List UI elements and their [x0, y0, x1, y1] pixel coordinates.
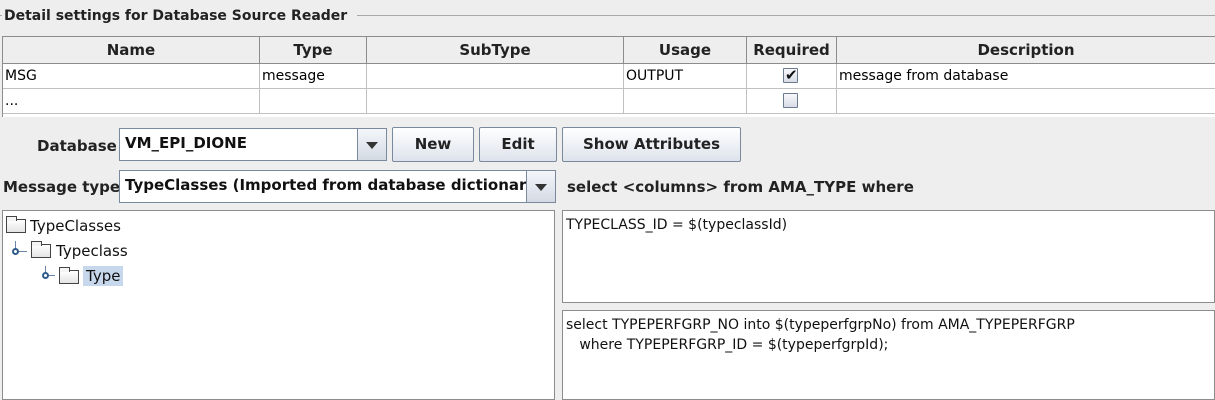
required-checkbox[interactable] — [783, 93, 798, 108]
column-header-required[interactable]: Required — [747, 37, 837, 64]
message-type-select-value: TypeClasses (Imported from database dict… — [125, 176, 544, 194]
expand-toggle-icon[interactable] — [42, 272, 49, 279]
table-cell-required[interactable]: ✔ — [747, 64, 837, 89]
database-select-value: VM_EPI_DIONE — [125, 134, 247, 152]
column-header-description[interactable]: Description — [837, 37, 1215, 64]
show-attributes-button[interactable]: Show Attributes — [562, 127, 741, 162]
database-select[interactable]: VM_EPI_DIONE — [119, 128, 387, 161]
group-title: Detail settings for Database Source Read… — [4, 8, 348, 24]
table-cell-description[interactable] — [837, 89, 1215, 114]
table-cell-usage[interactable] — [624, 89, 747, 114]
column-header-subtype[interactable]: SubType — [367, 37, 624, 64]
chevron-down-icon[interactable] — [357, 129, 386, 160]
sql-hint-label: select <columns> from AMA_TYPE where — [567, 178, 914, 196]
column-header-type[interactable]: Type — [260, 37, 367, 64]
tree-node-typeclasses[interactable]: TypeClasses — [30, 216, 121, 236]
where-clause-textarea[interactable]: TYPECLASS_ID = $(typeclassId) — [562, 210, 1215, 303]
database-label: Database — [37, 137, 117, 155]
sql-statement-textarea[interactable]: select TYPEPERFGRP_NO into $(typeperfgrp… — [562, 310, 1215, 400]
folder-icon — [59, 267, 79, 284]
new-button[interactable]: New — [392, 127, 474, 162]
folder-icon — [31, 241, 51, 258]
table-cell-type[interactable]: message — [260, 64, 367, 89]
expand-toggle-icon[interactable] — [12, 248, 19, 255]
edit-button[interactable]: Edit — [479, 127, 557, 162]
table-cell-name[interactable]: MSG — [3, 64, 260, 89]
group-border — [357, 15, 1215, 16]
table-cell-subtype[interactable] — [367, 89, 624, 114]
tree-node-type[interactable]: Type — [83, 266, 124, 286]
chevron-down-icon[interactable] — [526, 171, 555, 202]
table-cell-name[interactable]: ... — [3, 89, 260, 114]
table-cell-required[interactable] — [747, 89, 837, 114]
message-type-label: Message type — [3, 178, 121, 196]
table-cell-subtype[interactable] — [367, 64, 624, 89]
check-icon: ✔ — [785, 66, 798, 84]
table-cell-type[interactable] — [260, 89, 367, 114]
tree-node-typeclass[interactable]: Typeclass — [56, 241, 128, 261]
required-checkbox[interactable]: ✔ — [783, 66, 798, 84]
table-cell-description[interactable]: message from database — [837, 64, 1215, 89]
parameter-table[interactable]: Name Type SubType Usage Required Descrip… — [2, 36, 1215, 117]
folder-icon — [6, 216, 26, 233]
table-cell-usage[interactable]: OUTPUT — [624, 64, 747, 89]
column-header-name[interactable]: Name — [3, 37, 260, 64]
column-header-usage[interactable]: Usage — [624, 37, 747, 64]
message-type-select[interactable]: TypeClasses (Imported from database dict… — [119, 170, 556, 203]
message-tree[interactable]: TypeClasses Typeclass Type — [2, 210, 555, 400]
